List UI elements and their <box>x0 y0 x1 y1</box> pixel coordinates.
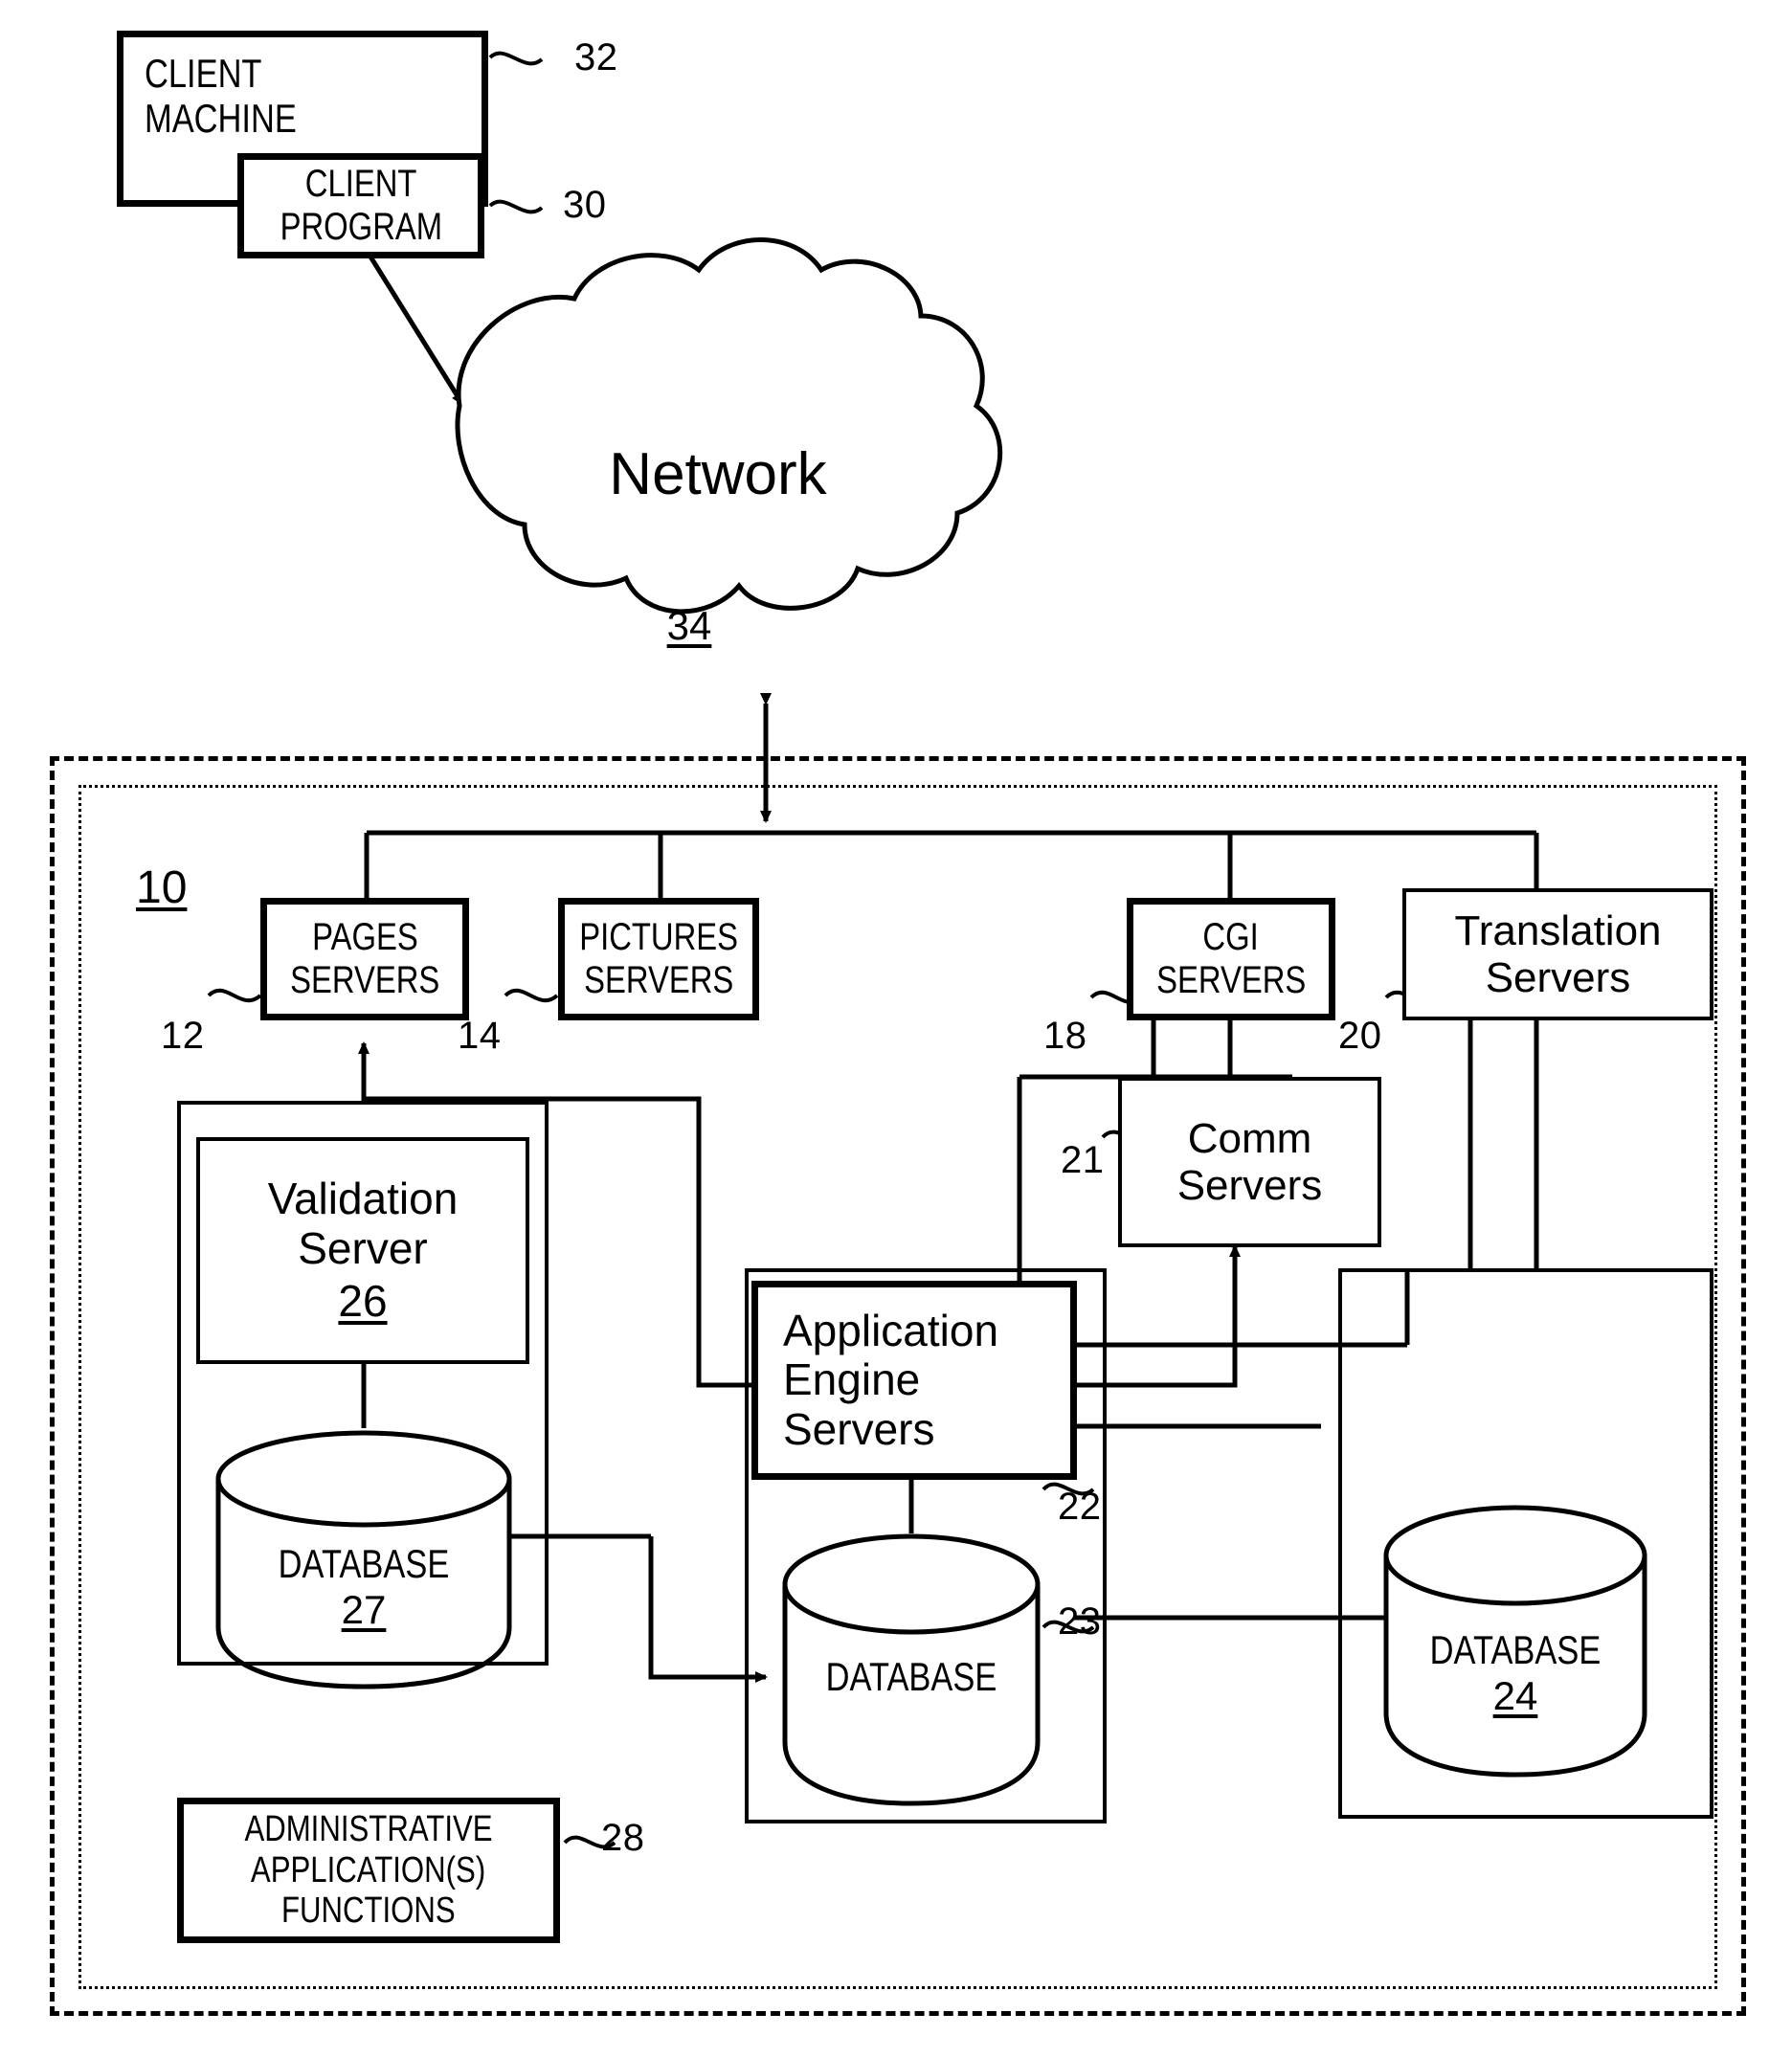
application-engine-label-line3: Servers <box>783 1403 935 1454</box>
cgi-servers-label-line1: CGI <box>1202 916 1260 959</box>
ref-number-22: 22 <box>1058 1486 1102 1528</box>
pages-servers-label-line2: SERVERS <box>289 959 440 1001</box>
translation-servers-box: Translation Servers <box>1402 888 1714 1020</box>
client-machine-label-line2: MACHINE <box>145 96 297 142</box>
database-24-label: DATABASE 24 <box>1386 1627 1645 1720</box>
pictures-servers-box: PICTURES SERVERS <box>558 898 759 1020</box>
ref-number-21: 21 <box>1061 1139 1105 1181</box>
pages-servers-box: PAGES SERVERS <box>260 898 469 1020</box>
ref-number-26: 26 <box>338 1276 388 1327</box>
comm-servers-box: Comm Servers <box>1118 1077 1381 1247</box>
translation-servers-label-line1: Translation <box>1454 906 1662 954</box>
database-23-title: DATABASE <box>825 1654 997 1699</box>
ref-number-30: 30 <box>563 184 607 226</box>
validation-server-box: Validation Server 26 <box>196 1137 529 1364</box>
figure-canvas: CLIENT MACHINE CLIENT PROGRAM 32 30 Netw… <box>0 0 1792 2058</box>
translation-servers-label-line2: Servers <box>1485 954 1631 1001</box>
ref-number-27: 27 <box>341 1587 387 1633</box>
client-machine-label-line1: CLIENT <box>145 51 262 96</box>
comm-servers-label-line1: Comm <box>1187 1114 1312 1162</box>
ref-number-10: 10 <box>136 862 188 913</box>
validation-server-label-line1: Validation <box>267 1174 459 1224</box>
database-27-label: DATABASE 27 <box>218 1541 509 1634</box>
ref-number-34: 34 <box>666 603 712 648</box>
database-24-title: DATABASE <box>1429 1627 1602 1672</box>
database-27-title: DATABASE <box>278 1541 450 1586</box>
database-23-label: DATABASE <box>785 1654 1038 1700</box>
validation-server-label-line2: Server <box>298 1222 428 1273</box>
pictures-servers-label-line1: PICTURES <box>579 916 738 959</box>
client-program-label-line1: CLIENT <box>304 163 417 206</box>
pictures-servers-label-line2: SERVERS <box>583 959 734 1001</box>
cgi-servers-box: CGI SERVERS <box>1127 898 1335 1020</box>
client-program-label-line2: PROGRAM <box>280 206 442 248</box>
ref-number-28: 28 <box>601 1817 645 1859</box>
ref-number-12: 12 <box>161 1015 205 1057</box>
pages-servers-label-line1: PAGES <box>311 916 418 959</box>
translation-store-container <box>1338 1268 1714 1819</box>
admin-label-line2: APPLICATION(S) <box>251 1849 486 1890</box>
ref-number-20: 20 <box>1338 1015 1382 1057</box>
ref-number-23: 23 <box>1058 1600 1102 1643</box>
ref-number-18: 18 <box>1043 1015 1087 1057</box>
admin-label-line1: ADMINISTRATIVE <box>244 1809 493 1850</box>
network-label: Network <box>609 441 827 507</box>
application-engine-label-line1: Application <box>783 1305 999 1355</box>
ref-number-32: 32 <box>574 36 618 78</box>
cgi-servers-label-line2: SERVERS <box>1155 959 1307 1001</box>
application-engine-servers-box: Application Engine Servers <box>751 1281 1077 1480</box>
comm-servers-label-line2: Servers <box>1176 1162 1323 1209</box>
client-program-box: CLIENT PROGRAM <box>237 153 484 258</box>
administrative-applications-box: ADMINISTRATIVE APPLICATION(S) FUNCTIONS <box>177 1798 560 1943</box>
application-engine-label-line2: Engine <box>783 1354 921 1405</box>
ref-number-24: 24 <box>1492 1673 1538 1719</box>
ref-number-14: 14 <box>458 1015 502 1057</box>
admin-label-line3: FUNCTIONS <box>281 1890 456 1932</box>
